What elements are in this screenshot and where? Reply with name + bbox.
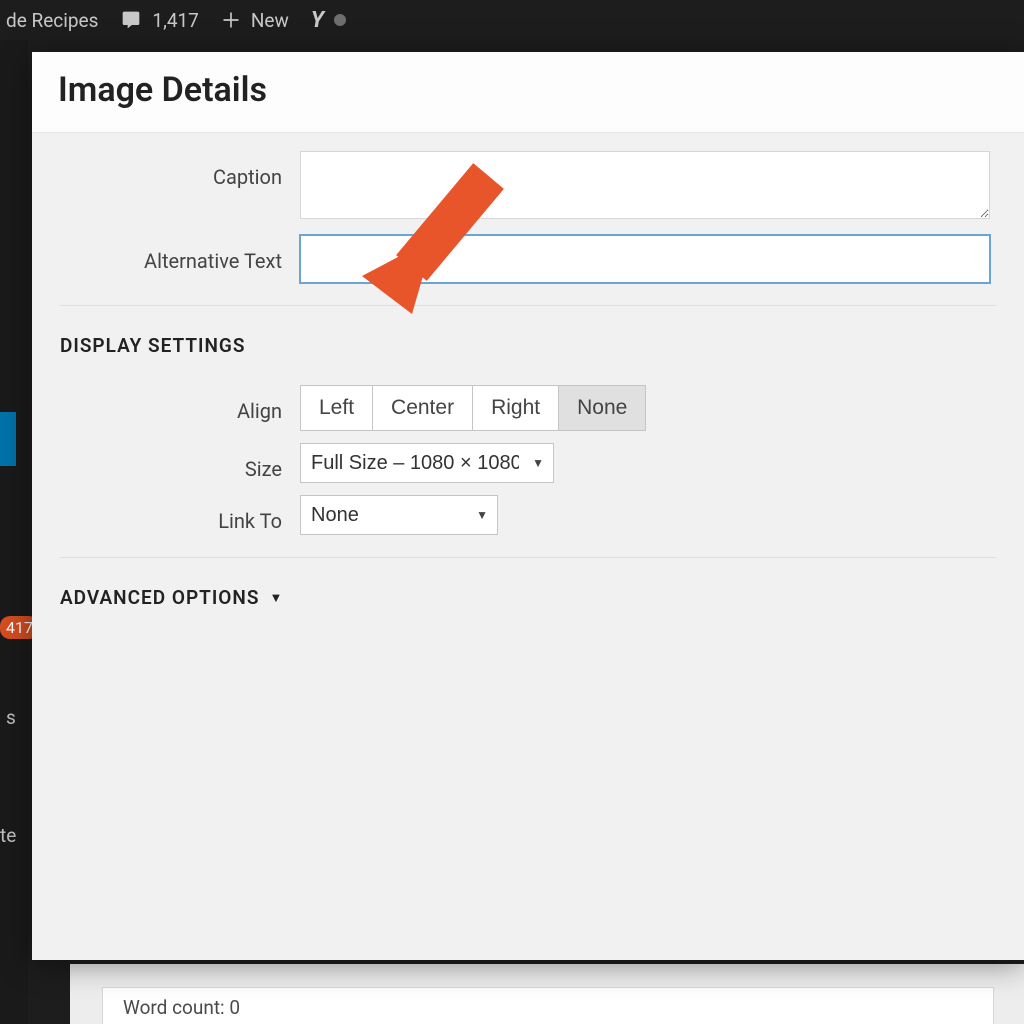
chevron-down-icon: ▼ [269,590,283,606]
align-button-group: Left Center Right None [300,385,996,431]
comment-icon [120,10,142,30]
comment-count: 1,417 [152,9,198,32]
comments-item[interactable]: 1,417 [120,9,198,32]
alt-text-label: Alternative Text [60,235,300,273]
yoast-icon: Y [311,8,324,33]
alt-text-input[interactable] [300,235,990,283]
linkto-select[interactable]: None [300,495,498,535]
linkto-label: Link To [60,495,300,533]
sidebar-text-fragment-s: s [6,706,16,729]
sidebar-text-fragment-te: te [0,824,16,847]
plus-icon [221,10,241,30]
word-count-bar: Word count: 0 [102,987,994,1024]
modal-title: Image Details [58,70,998,110]
new-label: New [251,9,289,32]
modal-header: Image Details [32,52,1024,133]
size-select[interactable]: Full Size – 1080 × 1080 [300,443,554,483]
align-label: Align [60,385,300,423]
section-divider [60,305,996,306]
display-settings-heading: DISPLAY SETTINGS [60,334,996,357]
align-left-button[interactable]: Left [300,385,373,431]
advanced-options-toggle[interactable]: ADVANCED OPTIONS ▼ [60,586,996,609]
yoast-status-dot-icon [334,14,346,26]
admin-toolbar: de Recipes 1,417 New Y [0,0,1024,40]
align-right-button[interactable]: Right [472,385,559,431]
caption-textarea[interactable] [300,151,990,219]
word-count-text: Word count: 0 [123,996,240,1019]
align-none-button[interactable]: None [558,385,646,431]
image-details-modal: Image Details Caption Alternative Text D… [32,52,1024,960]
advanced-options-label: ADVANCED OPTIONS [60,586,259,609]
align-center-button[interactable]: Center [372,385,473,431]
site-name-fragment[interactable]: de Recipes [6,9,98,32]
section-divider [60,557,996,558]
size-label: Size [60,443,300,481]
admin-sidebar-fragment: 417 s te [0,40,28,1024]
new-item[interactable]: New [221,9,289,32]
caption-label: Caption [60,151,300,189]
active-menu-indicator [0,412,16,466]
yoast-item[interactable]: Y [311,8,346,33]
